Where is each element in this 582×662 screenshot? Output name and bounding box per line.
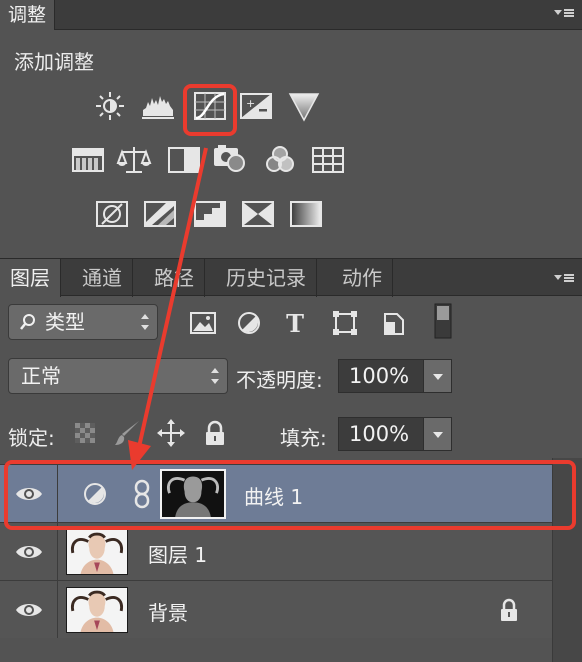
fill-input[interactable]: 100%	[338, 417, 424, 451]
select-arrows-icon	[211, 368, 219, 384]
lock-position-icon[interactable]	[156, 418, 186, 448]
visibility-toggle[interactable]	[0, 581, 58, 638]
adjustments-panel: 调整 添加调整 +	[0, 0, 582, 258]
opacity-label: 不透明度:	[236, 368, 323, 392]
shape-filter-icon[interactable]	[330, 308, 360, 338]
black-white-icon[interactable]	[166, 144, 202, 176]
tab-paths[interactable]: 路径	[144, 259, 205, 297]
layers-panel-menu-icon[interactable]	[550, 271, 576, 285]
tab-history[interactable]: 历史记录	[216, 259, 317, 297]
tab-adjustments[interactable]: 调整	[0, 0, 56, 30]
lock-icon[interactable]	[496, 597, 522, 623]
opacity-input[interactable]: 100%	[338, 359, 424, 393]
brightness-contrast-icon[interactable]	[92, 90, 128, 122]
layer-row-layer1[interactable]: 图层 1	[0, 522, 552, 580]
levels-icon[interactable]	[140, 90, 176, 122]
layer-name: 图层 1	[148, 543, 208, 567]
panel-menu-icon[interactable]	[550, 6, 576, 20]
lock-all-icon[interactable]	[200, 418, 230, 448]
adjustments-tabbar: 调整	[0, 0, 582, 30]
visibility-toggle[interactable]	[0, 523, 58, 580]
svg-text:T: T	[286, 309, 304, 338]
color-balance-icon[interactable]	[116, 144, 152, 176]
pixel-filter-icon[interactable]	[188, 308, 218, 338]
eye-icon	[15, 542, 43, 562]
layer-name: 背景	[148, 601, 188, 625]
svg-text:+: +	[246, 97, 255, 110]
selective-color-icon[interactable]	[240, 198, 276, 230]
layer-filter-value: 类型	[45, 310, 85, 334]
search-icon	[20, 314, 35, 330]
lock-image-pixels-icon[interactable]	[112, 418, 142, 448]
hue-saturation-icon[interactable]	[70, 144, 106, 176]
gradient-map-icon[interactable]	[288, 198, 324, 230]
lock-transparent-pixels-icon[interactable]	[70, 418, 100, 448]
layer-row-background[interactable]: 背景	[0, 580, 552, 638]
adjustment-filter-icon[interactable]	[234, 308, 264, 338]
add-adjustment-heading: 添加调整	[14, 50, 94, 74]
channel-mixer-icon[interactable]	[262, 144, 298, 176]
posterize-icon[interactable]	[142, 198, 178, 230]
filter-toggle-icon[interactable]	[432, 302, 454, 340]
vibrance-icon[interactable]	[286, 90, 322, 122]
tab-channels[interactable]: 通道	[72, 259, 133, 297]
invert-icon[interactable]	[94, 198, 130, 230]
threshold-icon[interactable]	[192, 198, 228, 230]
exposure-icon[interactable]: +	[238, 90, 274, 122]
blend-mode-select[interactable]: 正常	[8, 358, 228, 394]
type-filter-icon[interactable]: T	[280, 308, 310, 338]
curves-highlight-box	[183, 84, 237, 136]
layer-thumbnail[interactable]	[66, 587, 128, 633]
fill-label: 填充:	[280, 426, 327, 450]
fill-dropdown-button[interactable]	[424, 417, 452, 451]
layers-tabbar: 图层 通道 路径 历史记录 动作	[0, 258, 582, 297]
lock-label: 锁定:	[8, 426, 55, 450]
eye-icon	[15, 600, 43, 620]
layer-filter-select[interactable]: 类型	[8, 304, 158, 340]
curves-layer-highlight-box	[4, 460, 576, 530]
tab-layers[interactable]: 图层	[0, 259, 61, 297]
select-arrows-icon	[141, 314, 149, 330]
layer-thumbnail[interactable]	[66, 529, 128, 575]
tab-actions[interactable]: 动作	[332, 259, 393, 297]
smart-object-filter-icon[interactable]	[378, 308, 408, 338]
opacity-dropdown-button[interactable]	[424, 359, 452, 393]
photo-filter-icon[interactable]	[212, 142, 248, 174]
color-lookup-icon[interactable]	[310, 144, 346, 176]
blend-mode-value: 正常	[21, 364, 61, 388]
